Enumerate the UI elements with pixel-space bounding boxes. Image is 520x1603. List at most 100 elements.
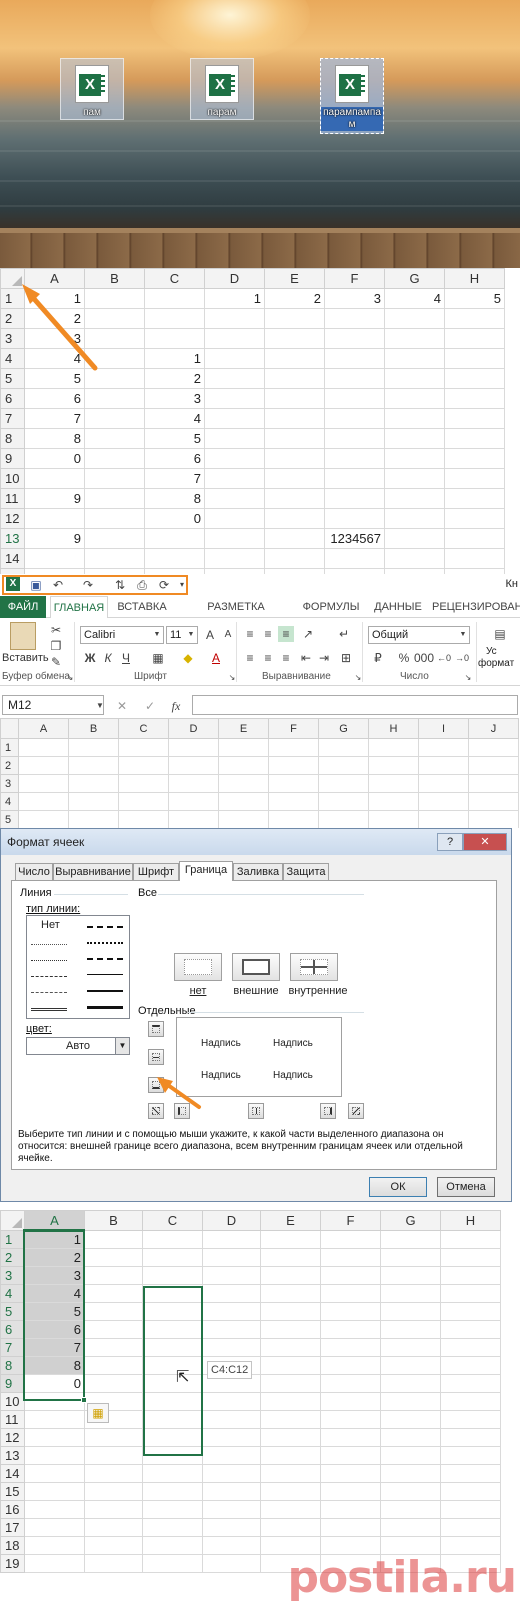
row-header[interactable]: 16 bbox=[0, 1500, 25, 1519]
dialog-launcher-icon[interactable]: ↘ bbox=[460, 670, 476, 686]
column-header[interactable]: F bbox=[320, 1210, 381, 1231]
cell[interactable] bbox=[202, 1302, 261, 1321]
cell[interactable] bbox=[68, 774, 119, 793]
column-header[interactable]: C bbox=[142, 1210, 203, 1231]
cell[interactable] bbox=[24, 508, 85, 529]
cell[interactable] bbox=[468, 774, 519, 793]
cell[interactable] bbox=[204, 388, 265, 409]
cell[interactable] bbox=[84, 1338, 143, 1357]
cell[interactable] bbox=[384, 548, 445, 569]
cell[interactable] bbox=[444, 428, 505, 449]
cell[interactable] bbox=[202, 1392, 261, 1411]
cell[interactable] bbox=[368, 738, 419, 757]
row-header[interactable]: 6 bbox=[0, 388, 25, 409]
borders-icon[interactable]: ▦ bbox=[150, 650, 166, 666]
cell[interactable] bbox=[202, 1410, 261, 1429]
cell[interactable] bbox=[444, 508, 505, 529]
cell[interactable] bbox=[440, 1248, 501, 1267]
cell[interactable] bbox=[260, 1500, 321, 1519]
cell[interactable]: 7 bbox=[144, 468, 205, 489]
cell[interactable] bbox=[260, 1266, 321, 1285]
cell[interactable] bbox=[444, 348, 505, 369]
cell[interactable] bbox=[68, 810, 119, 828]
comma-style-icon[interactable]: 000 bbox=[414, 650, 434, 666]
cell[interactable] bbox=[84, 1356, 143, 1375]
cell[interactable] bbox=[264, 368, 325, 389]
row-header[interactable]: 7 bbox=[0, 1338, 25, 1357]
help-button[interactable]: ? bbox=[437, 833, 463, 851]
cell[interactable] bbox=[320, 1356, 381, 1375]
cell[interactable] bbox=[384, 468, 445, 489]
percent-icon[interactable]: % bbox=[396, 650, 412, 666]
bold-button[interactable]: Ж bbox=[82, 650, 98, 666]
cell[interactable] bbox=[468, 810, 519, 828]
cell[interactable] bbox=[384, 308, 445, 329]
ok-button[interactable]: ОК bbox=[369, 1177, 427, 1197]
column-header[interactable]: H bbox=[440, 1210, 501, 1231]
cell[interactable] bbox=[144, 288, 205, 309]
cell[interactable] bbox=[84, 1320, 143, 1339]
row-header[interactable]: 17 bbox=[0, 1518, 25, 1537]
close-button[interactable]: ✕ bbox=[463, 833, 507, 851]
cell[interactable] bbox=[384, 348, 445, 369]
cell[interactable] bbox=[444, 368, 505, 389]
grow-font-icon[interactable]: A bbox=[202, 627, 218, 643]
cell[interactable] bbox=[84, 468, 145, 489]
cell[interactable] bbox=[440, 1482, 501, 1501]
row-header[interactable]: 19 bbox=[0, 1554, 25, 1573]
desktop-file-icon[interactable]: X пам bbox=[60, 58, 124, 120]
cell[interactable] bbox=[440, 1410, 501, 1429]
cell[interactable] bbox=[440, 1266, 501, 1285]
border-top-button[interactable] bbox=[148, 1021, 164, 1037]
cell[interactable] bbox=[318, 792, 369, 811]
cell[interactable] bbox=[84, 1284, 143, 1303]
cell[interactable] bbox=[264, 448, 325, 469]
cell[interactable] bbox=[202, 1464, 261, 1483]
tab-font[interactable]: Шрифт bbox=[133, 863, 179, 880]
cell[interactable] bbox=[84, 1500, 143, 1519]
align-left-icon[interactable]: ≡ bbox=[242, 650, 258, 666]
row-header[interactable]: 11 bbox=[0, 1410, 25, 1429]
column-header[interactable]: F bbox=[268, 718, 319, 739]
cell[interactable] bbox=[202, 1500, 261, 1519]
cell[interactable] bbox=[320, 1482, 381, 1501]
cell[interactable] bbox=[264, 388, 325, 409]
cell[interactable] bbox=[168, 774, 219, 793]
cell[interactable] bbox=[202, 1446, 261, 1465]
cell[interactable] bbox=[204, 528, 265, 549]
select-all-corner[interactable] bbox=[0, 718, 19, 739]
cell[interactable] bbox=[24, 468, 85, 489]
font-name-select[interactable]: Calibri ▼ bbox=[80, 626, 164, 644]
cell[interactable] bbox=[380, 1410, 441, 1429]
cell[interactable] bbox=[260, 1356, 321, 1375]
cell[interactable] bbox=[260, 1410, 321, 1429]
font-color-icon[interactable]: A bbox=[208, 650, 224, 666]
row-header[interactable]: 13 bbox=[0, 1446, 25, 1465]
cell[interactable]: 5 bbox=[144, 428, 205, 449]
column-header[interactable]: H bbox=[368, 718, 419, 739]
cell[interactable] bbox=[418, 810, 469, 828]
cell[interactable] bbox=[318, 756, 369, 775]
cell[interactable] bbox=[324, 408, 385, 429]
dialog-launcher-icon[interactable]: ↘ bbox=[350, 670, 366, 686]
cell[interactable] bbox=[84, 488, 145, 509]
cell[interactable] bbox=[318, 774, 369, 793]
row-header[interactable]: 5 bbox=[0, 810, 19, 828]
select-all-corner[interactable] bbox=[0, 1210, 25, 1231]
cell[interactable] bbox=[264, 488, 325, 509]
column-header[interactable]: E bbox=[264, 268, 325, 289]
cell[interactable] bbox=[320, 1374, 381, 1393]
cell[interactable] bbox=[440, 1284, 501, 1303]
cell[interactable] bbox=[324, 388, 385, 409]
cell[interactable] bbox=[380, 1266, 441, 1285]
column-header[interactable]: J bbox=[468, 718, 519, 739]
cell[interactable] bbox=[440, 1302, 501, 1321]
cell[interactable] bbox=[264, 308, 325, 329]
cell[interactable] bbox=[218, 774, 269, 793]
cell[interactable] bbox=[204, 308, 265, 329]
column-header[interactable]: I bbox=[418, 718, 469, 739]
cell[interactable] bbox=[202, 1266, 261, 1285]
cell[interactable]: 6 bbox=[24, 388, 85, 409]
cell[interactable] bbox=[84, 508, 145, 529]
line-style-none[interactable]: Нет bbox=[41, 919, 60, 931]
